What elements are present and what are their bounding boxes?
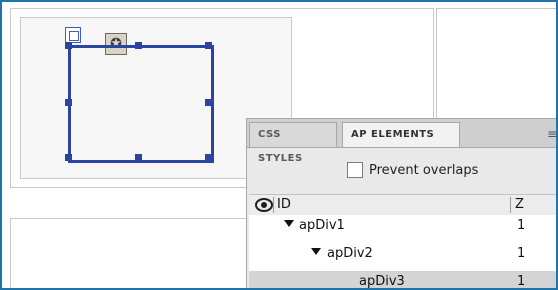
eye-icon[interactable] bbox=[255, 198, 273, 212]
resize-handle-e[interactable] bbox=[205, 99, 212, 106]
expand-arrow-icon[interactable] bbox=[311, 248, 321, 255]
ap-element-z: 1 bbox=[517, 218, 526, 233]
resize-handle-n[interactable] bbox=[135, 42, 142, 49]
column-z-header[interactable]: Z bbox=[515, 197, 524, 212]
ap-element-name: apDiv3 bbox=[359, 274, 405, 289]
resize-handle-nw[interactable] bbox=[65, 42, 72, 49]
resize-handle-w[interactable] bbox=[65, 99, 72, 106]
resize-handle-ne[interactable] bbox=[205, 42, 212, 49]
column-id-header[interactable]: ID bbox=[277, 197, 291, 212]
tab-css-styles[interactable]: CSS STYLES bbox=[249, 122, 337, 164]
prevent-overlaps-option[interactable]: Prevent overlaps bbox=[347, 161, 478, 179]
ap-elements-list[interactable]: apDiv1 1 apDiv2 1 apDiv3 1 bbox=[249, 215, 556, 289]
ap-elements-panel: CSS STYLES AP ELEMENTS ≡ Prevent overlap… bbox=[246, 118, 556, 289]
ap-element-z: 1 bbox=[517, 274, 526, 289]
resize-handle-sw[interactable] bbox=[65, 154, 72, 161]
document-window: ✪ CSS STYLES AP ELEMENTS ≡ Prevent overl… bbox=[0, 0, 558, 290]
column-separator bbox=[273, 197, 274, 213]
list-item[interactable]: apDiv2 1 bbox=[249, 243, 556, 267]
apdiv-selection-outline[interactable] bbox=[68, 45, 214, 163]
resize-handle-s[interactable] bbox=[135, 154, 142, 161]
resize-handle-se[interactable] bbox=[205, 154, 212, 161]
expand-arrow-icon[interactable] bbox=[284, 220, 294, 227]
list-item[interactable]: apDiv1 1 bbox=[249, 215, 556, 239]
tab-ap-elements[interactable]: AP ELEMENTS bbox=[342, 122, 460, 147]
prevent-overlaps-label: Prevent overlaps bbox=[369, 162, 479, 178]
ap-element-z: 1 bbox=[517, 246, 526, 261]
prevent-overlaps-checkbox[interactable] bbox=[347, 162, 363, 178]
ap-element-name: apDiv2 bbox=[327, 246, 373, 261]
canvas-lower-region[interactable] bbox=[10, 218, 247, 288]
element-selector-icon[interactable] bbox=[65, 27, 81, 43]
column-separator bbox=[510, 197, 511, 213]
ap-list-header: ID Z bbox=[249, 194, 556, 216]
panel-tabbar: CSS STYLES AP ELEMENTS ≡ bbox=[247, 119, 556, 164]
panel-menu-icon[interactable]: ≡ bbox=[547, 127, 556, 141]
list-item[interactable]: apDiv3 1 bbox=[249, 271, 556, 289]
ap-element-name: apDiv1 bbox=[299, 218, 345, 233]
